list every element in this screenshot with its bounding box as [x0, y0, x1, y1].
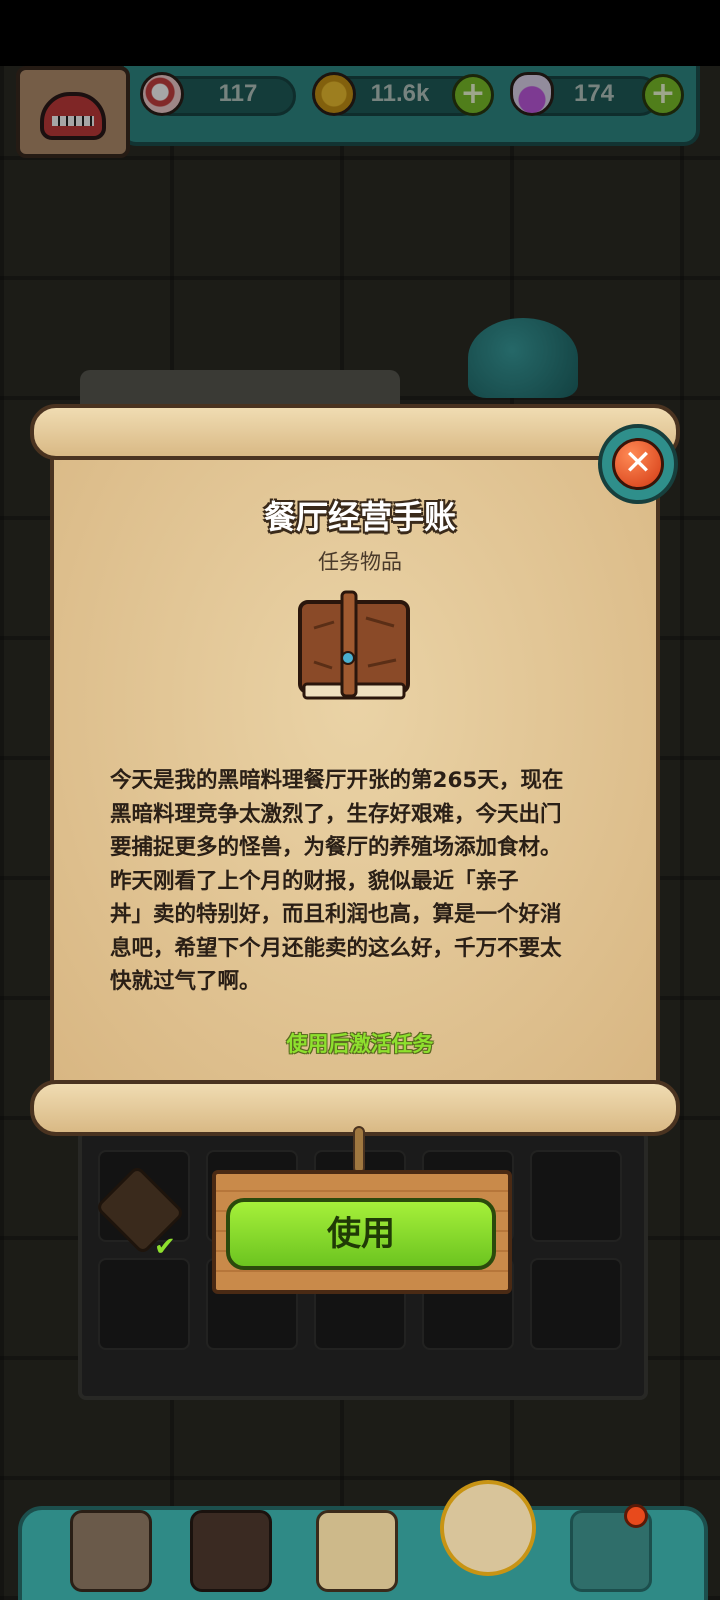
notification-badge — [624, 1504, 648, 1528]
close-icon: ✕ — [612, 438, 664, 490]
restaurant-icon[interactable] — [70, 1510, 152, 1592]
description-line: 黑暗料理竞争太激烈了，生存好艰难，今天出门 — [110, 801, 562, 827]
check-icon: ✔ — [154, 1232, 176, 1262]
item-subtitle: 任务物品 — [318, 550, 402, 574]
status-bar — [0, 0, 720, 66]
monster-cage-icon[interactable] — [190, 1510, 272, 1592]
activate-task-note: 使用后激活任务 — [286, 1032, 434, 1056]
sign-rope — [353, 1126, 365, 1174]
use-button[interactable]: 使用 — [226, 1198, 496, 1270]
description-line: 快就过气了啊。 — [110, 969, 261, 994]
scroll-top-roll — [30, 404, 680, 460]
description-line: 昨天刚看了上个月的财报，貌似最近「亲子 — [110, 868, 519, 894]
description-line: 息吧，希望下个月还能卖的这么好，千万不要太 — [110, 935, 562, 961]
description-line: 要捕捉更多的怪兽，为餐厅的养殖场添加食材。 — [110, 835, 562, 860]
description-line: 今天是我的黑暗料理餐厅开张的第265天，现在 — [110, 768, 564, 793]
item-title: 餐厅经营手账 — [263, 498, 456, 536]
recipe-book-icon[interactable] — [316, 1510, 398, 1592]
coin-bag-icon[interactable] — [440, 1480, 536, 1576]
ledger-book-icon — [298, 590, 410, 700]
item-description: 今天是我的黑暗料理餐厅开张的第265天，现在 黑暗料理竞争太激烈了，生存好艰难，… — [110, 764, 610, 999]
description-line: 丼」卖的特别好，而且利润也高，算是一个好消 — [110, 902, 562, 927]
